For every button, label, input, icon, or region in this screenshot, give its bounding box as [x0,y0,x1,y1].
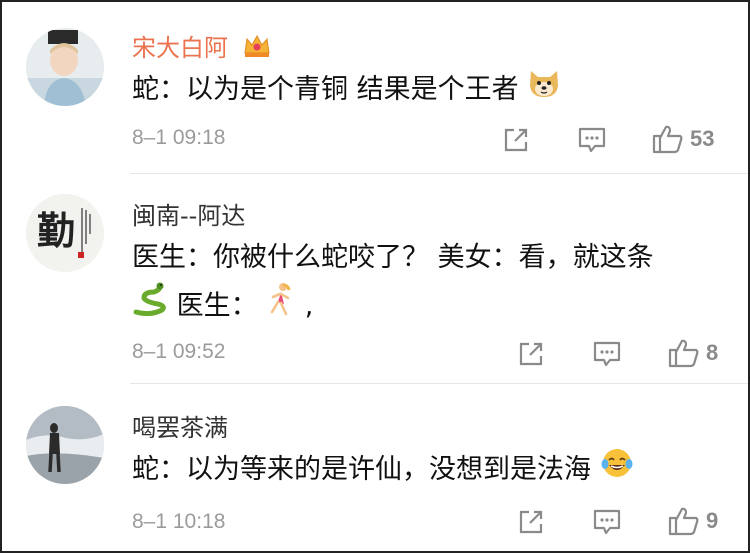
comment-text: 蛇：以为是个青铜 结果是个王者 [132,66,728,115]
username[interactable]: 闽南--阿达 [132,196,245,231]
timestamp: 8–1 09:18 [132,126,226,149]
reply-button[interactable] [577,126,607,154]
comment-item: 宋大白阿 蛇：以为是个青铜 结果是个王者 8–1 09:18 53 [2,2,748,174]
thumbs-up-icon [652,125,683,154]
svg-text:勤: 勤 [37,208,75,253]
comment-text: 医生：你被什么蛇咬了？ 美女：看，就这条 医生： , [132,234,728,332]
comment-text: 蛇：以为等来的是许仙，没想到是法海 [132,446,728,495]
share-button[interactable] [502,126,530,154]
thumbs-up-icon [668,507,699,536]
share-button[interactable] [517,340,545,368]
snake-icon [132,282,168,332]
timestamp: 8–1 09:52 [132,340,226,363]
avatar[interactable] [26,406,104,484]
like-button[interactable]: 8 [668,338,718,368]
share-icon [519,510,543,534]
doge-icon [527,67,561,115]
like-button[interactable]: 53 [652,124,714,154]
avatar[interactable] [26,28,104,106]
like-button[interactable]: 9 [668,506,718,536]
comment-icon [578,127,606,153]
comment-icon [593,509,621,535]
thumbs-up-icon [668,339,699,368]
laughing-tears-icon [600,447,634,495]
timestamp: 8–1 10:18 [132,510,226,533]
reply-button[interactable] [592,340,622,368]
share-icon [519,342,543,366]
username[interactable]: 宋大白阿 [132,28,272,65]
like-count: 8 [706,340,719,365]
username[interactable]: 喝罢茶满 [132,408,228,443]
vip-crown-icon [242,33,272,65]
share-button[interactable] [517,508,545,536]
running-woman-icon [266,282,296,332]
comment-icon [593,341,621,367]
reply-button[interactable] [592,508,622,536]
comment-list: 宋大白阿 蛇：以为是个青铜 结果是个王者 8–1 09:18 53 勤 闽南--… [0,0,750,553]
like-count: 53 [690,126,715,151]
avatar[interactable]: 勤 [26,194,104,272]
comment-item: 喝罢茶满 蛇：以为等来的是许仙，没想到是法海 8–1 10:18 9 [2,384,748,551]
share-icon [504,128,528,152]
comment-item: 勤 闽南--阿达 医生：你被什么蛇咬了？ 美女：看，就这条 医生： , 8–1 … [2,174,748,384]
like-count: 9 [706,508,719,533]
